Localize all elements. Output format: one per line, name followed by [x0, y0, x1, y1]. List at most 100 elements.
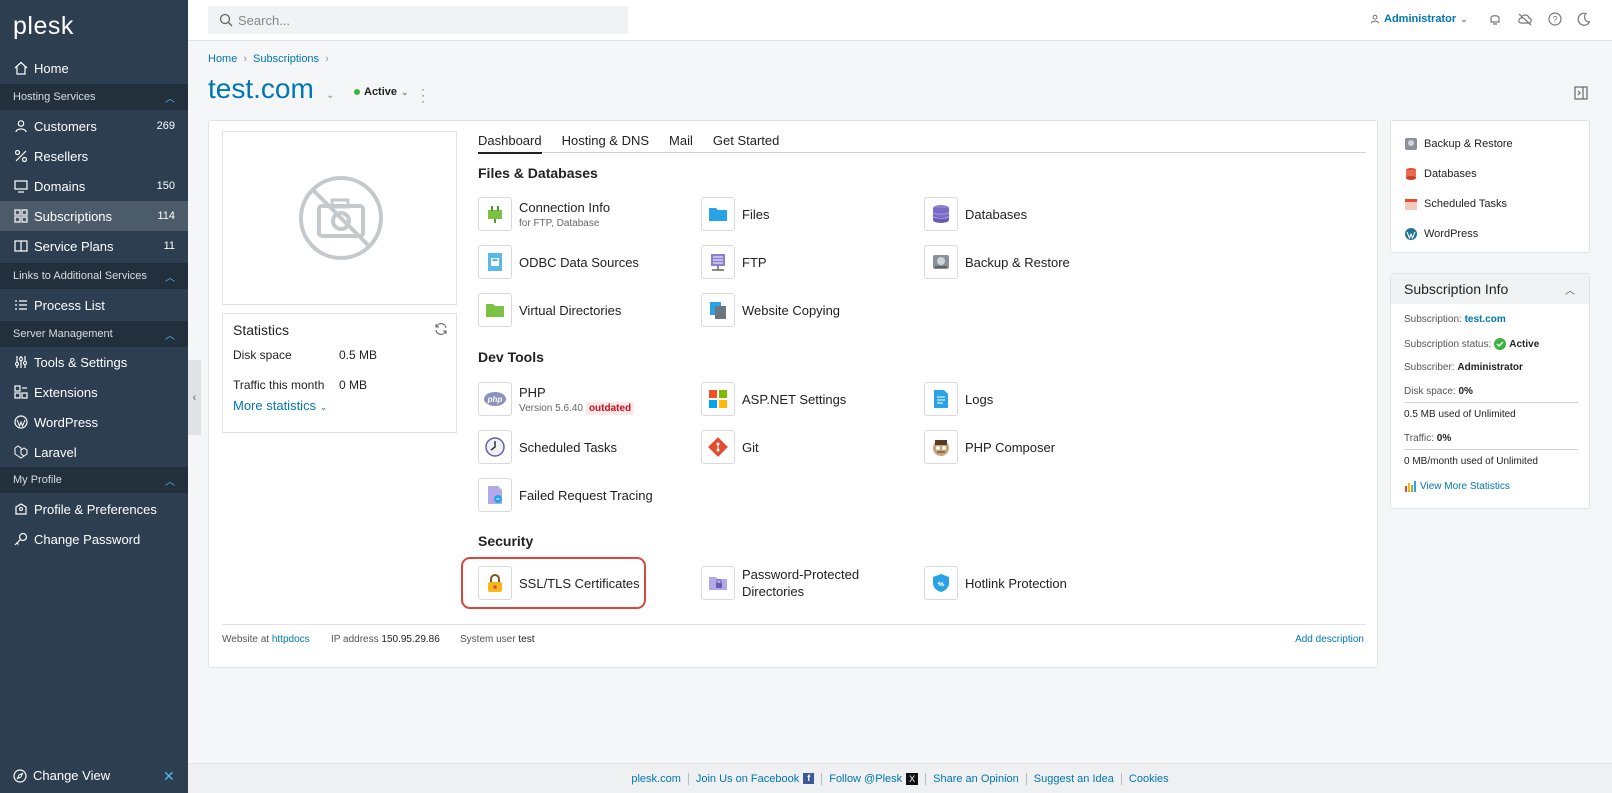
change-view-button[interactable]: Change View — [13, 768, 110, 783]
add-description-link[interactable]: Add description — [1295, 634, 1364, 645]
footer-link-facebook[interactable]: Join Us on Facebook f — [689, 772, 823, 785]
subscriber-row: Subscriber: Administrator — [1404, 362, 1523, 373]
sidebar-item-subscriptions[interactable]: Subscriptions 114 — [0, 201, 188, 231]
footer-link-opinion[interactable]: Share an Opinion — [926, 772, 1027, 785]
tab-mail[interactable]: Mail — [669, 133, 693, 152]
more-statistics-link[interactable]: More statistics ⌄ — [233, 398, 327, 413]
sidebar-item-wordpress[interactable]: WordPress — [0, 407, 188, 437]
hotlink-protection-tool[interactable]: Hotlink Protection — [924, 566, 1067, 600]
tool-label: PHP — [519, 384, 546, 400]
close-icon[interactable]: ✕ — [163, 768, 175, 785]
files-tool[interactable]: Files — [701, 197, 769, 231]
git-tool[interactable]: Git — [701, 430, 759, 464]
breadcrumb-subscriptions[interactable]: Subscriptions — [253, 53, 319, 65]
status-dropdown[interactable]: Active ⌄ — [354, 86, 409, 98]
user-menu[interactable]: Administrator ⌄ — [1370, 13, 1468, 25]
windows-icon — [701, 382, 735, 416]
php-tool[interactable]: php PHP Version 5.6.40 outdated — [478, 382, 635, 416]
plug-icon — [478, 197, 512, 231]
php-icon: php — [478, 382, 512, 416]
locked-folder-icon — [701, 566, 735, 600]
chevron-down-icon: ⌄ — [401, 86, 409, 97]
sidebar-item-process-list[interactable]: Process List — [0, 290, 188, 320]
tab-get-started[interactable]: Get Started — [713, 133, 779, 152]
password-protected-directories-tool[interactable]: Password-Protected Directories — [701, 566, 859, 600]
tab-hosting-dns[interactable]: Hosting & DNS — [562, 133, 649, 152]
divider — [222, 624, 1366, 625]
sidebar-item-change-password[interactable]: Change Password — [0, 524, 188, 554]
traffic-detail: 0 MB/month used of Unlimited — [1404, 456, 1538, 467]
section-my-profile[interactable]: My Profile ︿ — [0, 467, 188, 493]
footer-link-cookies[interactable]: Cookies — [1122, 773, 1176, 785]
toggle-right-panel-icon[interactable] — [1574, 86, 1588, 103]
logs-tool[interactable]: Logs — [924, 382, 993, 416]
dark-mode-icon[interactable] — [1577, 12, 1591, 29]
ssl-tls-certificates-tool[interactable]: SSL/TLS Certificates — [478, 566, 640, 600]
connection-info-tool[interactable]: Connection Info for FTP, Database — [478, 197, 610, 231]
more-actions-icon[interactable]: · · · — [421, 83, 425, 107]
sidebar-item-home[interactable]: Home — [0, 53, 188, 83]
cloud-off-icon[interactable] — [1517, 12, 1533, 29]
footer-link-twitter[interactable]: Follow @Plesk X — [822, 772, 927, 785]
user-name: Administrator — [1384, 13, 1457, 25]
folder-icon — [701, 197, 735, 231]
sidebar-item-label: WordPress — [34, 414, 99, 430]
website-link[interactable]: httpdocs — [272, 634, 310, 645]
tool-label: Logs — [965, 391, 994, 407]
website-copying-tool[interactable]: Website Copying — [701, 293, 840, 327]
tool-label: Password-Protected — [742, 567, 860, 582]
virtual-directories-tool[interactable]: Virtual Directories — [478, 293, 621, 327]
section-server-management[interactable]: Server Management ︿ — [0, 321, 188, 347]
sidebar-item-tools-settings[interactable]: Tools & Settings — [0, 347, 188, 377]
quick-link-databases[interactable]: Databases — [1404, 167, 1477, 181]
tool-label: SSL/TLS Certificates — [519, 575, 640, 591]
scheduled-tasks-tool[interactable]: Scheduled Tasks — [478, 430, 617, 464]
backup-restore-tool[interactable]: Backup & Restore — [924, 245, 1070, 279]
breadcrumb-home[interactable]: Home — [208, 53, 237, 65]
quick-link-backup-restore[interactable]: Backup & Restore — [1404, 137, 1513, 151]
search-placeholder: Search... — [238, 12, 291, 28]
page-title: test.com — [208, 73, 314, 104]
sidebar-item-service-plans[interactable]: Service Plans 11 — [0, 231, 188, 261]
disk-space-value: 0.5 MB — [339, 348, 378, 362]
subscription-link[interactable]: test.com — [1465, 314, 1506, 325]
search-input[interactable]: Search... — [208, 6, 628, 34]
quick-link-wordpress[interactable]: WordPress — [1404, 227, 1478, 241]
tab-dashboard[interactable]: Dashboard — [478, 133, 542, 154]
notifications-icon[interactable] — [1488, 12, 1502, 29]
plesk-logo[interactable]: plesk — [13, 12, 74, 41]
sidebar-item-resellers[interactable]: Resellers — [0, 141, 188, 171]
list-icon — [13, 298, 28, 313]
odbc-tool[interactable]: ODBC Data Sources — [478, 245, 639, 279]
refresh-icon[interactable] — [434, 322, 448, 339]
footer-link-plesk[interactable]: plesk.com — [624, 772, 689, 785]
topbar: Search... Administrator ⌄ ? — [188, 0, 1612, 41]
php-composer-tool[interactable]: PHP Composer — [924, 430, 1055, 464]
title-dropdown-icon[interactable]: ⌄ — [326, 90, 334, 101]
system-user-value: test — [518, 634, 535, 645]
tab-bar: Dashboard Hosting & DNS Mail Get Started — [478, 133, 1366, 154]
sidebar-item-profile-preferences[interactable]: Profile & Preferences — [0, 494, 188, 524]
aspnet-settings-tool[interactable]: ASP.NET Settings — [701, 382, 846, 416]
sidebar-collapse-handle[interactable]: ‹ — [188, 360, 201, 435]
sidebar-item-laravel[interactable]: Laravel — [0, 437, 188, 467]
disk-space-label: Disk space — [233, 348, 292, 362]
failed-request-tracing-tool[interactable]: Failed Request Tracing — [478, 478, 653, 512]
sidebar-item-extensions[interactable]: Extensions — [0, 377, 188, 407]
sidebar-item-customers[interactable]: Customers 269 — [0, 111, 188, 141]
footer-link-idea[interactable]: Suggest an Idea — [1027, 772, 1122, 785]
databases-tool[interactable]: Databases — [924, 197, 1027, 231]
section-hosting-services[interactable]: Hosting Services ︿ — [0, 84, 188, 110]
svg-text:?: ? — [1552, 15, 1557, 25]
subscription-info-header[interactable]: Subscription Info ︿ — [1391, 274, 1589, 304]
section-links-additional[interactable]: Links to Additional Services ︿ — [0, 263, 188, 289]
quick-link-scheduled-tasks[interactable]: Scheduled Tasks — [1404, 197, 1507, 211]
user-icon — [13, 119, 28, 134]
sidebar-item-domains[interactable]: Domains 150 — [0, 171, 188, 201]
composer-icon — [924, 430, 958, 464]
view-more-statistics-link[interactable]: View More Statistics — [1404, 480, 1510, 492]
help-icon[interactable]: ? — [1548, 12, 1562, 29]
odbc-icon — [478, 245, 512, 279]
ftp-tool[interactable]: FTP — [701, 245, 767, 279]
chevron-left-icon: ‹ — [192, 391, 197, 404]
